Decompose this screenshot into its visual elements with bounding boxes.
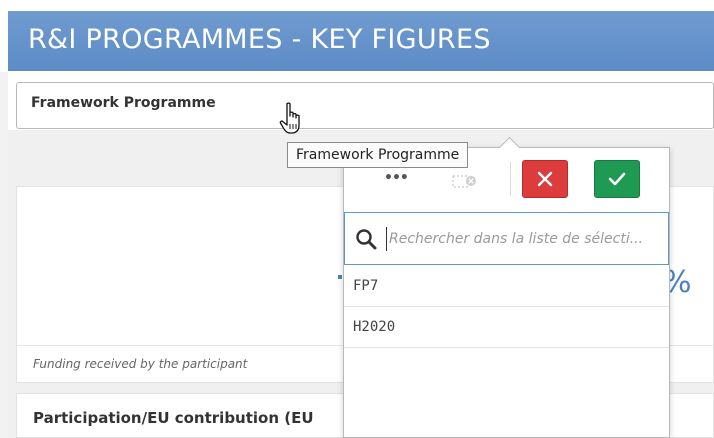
page-title: R&I PROGRAMMES - KEY FIGURES bbox=[28, 24, 491, 55]
cancel-selection-button[interactable] bbox=[522, 160, 568, 198]
text-cursor bbox=[386, 227, 387, 251]
card-title: Participation/EU contribution (EU bbox=[33, 409, 314, 427]
close-icon bbox=[537, 171, 553, 187]
tooltip: Framework Programme bbox=[287, 142, 469, 168]
hand-pointer-cursor-icon bbox=[279, 102, 300, 134]
list-item-fp7[interactable]: FP7 bbox=[344, 266, 669, 307]
more-options-icon[interactable]: ••• bbox=[384, 170, 409, 186]
selection-listbox-popup[interactable]: ••• FP7 H2020 bbox=[343, 136, 670, 438]
left-panel-edge bbox=[0, 72, 8, 438]
app-header: R&I PROGRAMMES - KEY FIGURES bbox=[8, 11, 714, 71]
confirm-selection-button[interactable] bbox=[594, 160, 640, 198]
list-item-h2020[interactable]: H2020 bbox=[344, 307, 669, 348]
search-field[interactable] bbox=[344, 212, 669, 265]
search-input[interactable] bbox=[389, 226, 665, 252]
clear-selections-icon[interactable] bbox=[452, 173, 482, 189]
kpi-value-fragment bbox=[338, 275, 342, 279]
check-icon bbox=[608, 172, 626, 186]
kpi-footnote: Funding received by the participant bbox=[33, 357, 248, 371]
search-icon bbox=[356, 229, 377, 250]
framework-programme-filter[interactable]: Framework Programme bbox=[16, 82, 714, 129]
toolbar-divider bbox=[510, 162, 511, 196]
filter-label: Framework Programme bbox=[31, 95, 216, 111]
